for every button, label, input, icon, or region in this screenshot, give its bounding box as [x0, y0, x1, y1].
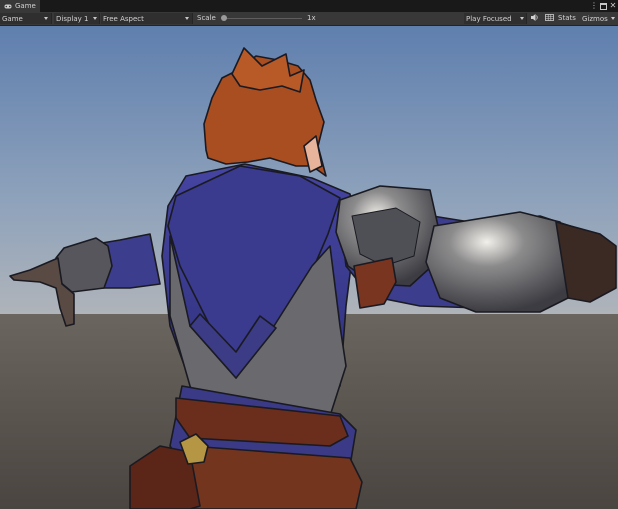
more-options-icon[interactable]: ⋮ [590, 1, 598, 11]
speaker-icon[interactable] [530, 13, 539, 24]
tab-title: Game [15, 2, 36, 10]
game-render [0, 26, 618, 509]
chevron-down-icon [44, 17, 48, 20]
scale-label: Scale [197, 14, 216, 22]
chevron-down-icon [185, 17, 189, 20]
aspect-dropdown[interactable]: Free Aspect [101, 13, 193, 24]
chevron-down-icon [93, 17, 97, 20]
view-mode-label: Game [2, 14, 23, 23]
gizmos-label: Gizmos [582, 14, 608, 23]
gamepad-icon [4, 3, 12, 10]
game-toolbar: Game Display 1 Free Aspect Scale 1x Play… [0, 12, 618, 26]
game-viewport[interactable] [0, 26, 618, 509]
stats-button[interactable]: Stats [558, 14, 576, 22]
scale-value: 1x [307, 14, 316, 22]
play-mode-label: Play Focused [466, 14, 512, 23]
scale-slider-track[interactable] [224, 18, 302, 19]
grid-icon[interactable] [545, 14, 554, 23]
chevron-down-icon [611, 17, 615, 20]
aspect-label: Free Aspect [103, 14, 144, 23]
display-label: Display 1 [56, 14, 89, 23]
view-mode-dropdown[interactable]: Game [0, 13, 52, 24]
play-mode-dropdown[interactable]: Play Focused [464, 13, 527, 24]
tab-game[interactable]: Game [0, 0, 40, 12]
maximize-icon[interactable] [599, 1, 607, 11]
gizmos-dropdown[interactable]: Gizmos [580, 13, 618, 24]
chevron-down-icon [520, 17, 524, 20]
display-dropdown[interactable]: Display 1 [54, 13, 100, 24]
scale-slider-handle[interactable] [221, 15, 227, 21]
close-icon[interactable]: ✕ [609, 1, 617, 11]
